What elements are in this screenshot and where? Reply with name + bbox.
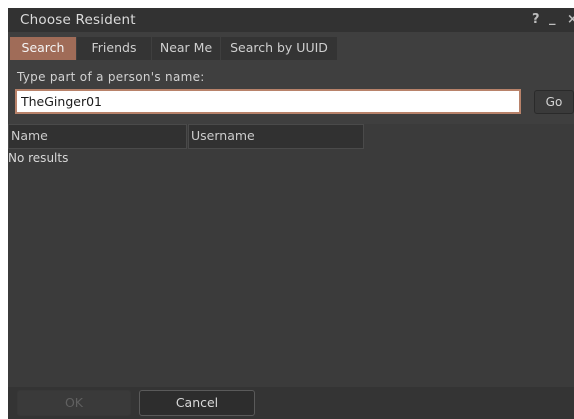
name-field-label: Type part of a person's name: xyxy=(17,70,205,84)
button-bar: OK Cancel xyxy=(8,387,574,419)
help-icon[interactable]: ? xyxy=(532,12,540,27)
title-bar[interactable]: Choose Resident ? _ × xyxy=(8,8,574,32)
cancel-button[interactable]: Cancel xyxy=(139,390,255,416)
choose-resident-floater: Choose Resident ? _ × Search Friends Nea… xyxy=(8,8,574,419)
name-search-input[interactable] xyxy=(15,89,521,114)
close-icon[interactable]: × xyxy=(567,12,574,27)
window-title: Choose Resident xyxy=(20,12,136,28)
minimize-icon[interactable]: _ xyxy=(549,11,556,26)
results-list[interactable]: Name Username No results xyxy=(8,124,574,387)
tab-search[interactable]: Search xyxy=(10,37,76,60)
tab-friends[interactable]: Friends xyxy=(77,37,151,60)
ok-button[interactable]: OK xyxy=(17,390,131,416)
tab-search-by-uuid[interactable]: Search by UUID xyxy=(221,37,337,60)
go-button[interactable]: Go xyxy=(534,90,574,114)
empty-results-text: No results xyxy=(8,151,69,165)
column-header-name[interactable]: Name xyxy=(8,124,187,149)
tab-near-me[interactable]: Near Me xyxy=(152,37,220,60)
column-header-username[interactable]: Username xyxy=(188,124,364,149)
